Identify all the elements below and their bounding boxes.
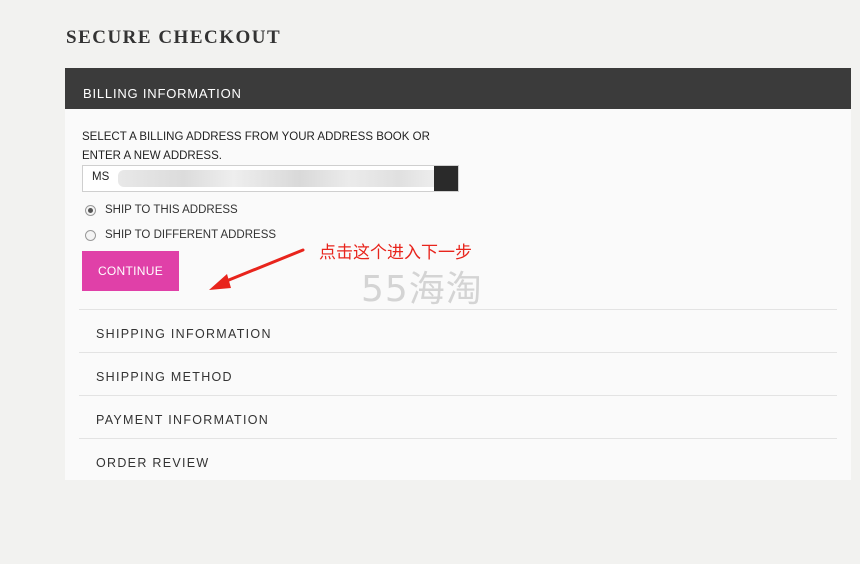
checkout-panel: BILLING INFORMATION SELECT A BILLING ADD… [65, 68, 851, 480]
ship-to-this-address-radio[interactable] [85, 204, 96, 216]
step-payment-information[interactable]: PAYMENT INFORMATION [79, 395, 837, 438]
ship-to-different-address-label: SHIP TO DIFFERENT ADDRESS [105, 229, 277, 241]
step-label: PAYMENT INFORMATION [96, 413, 270, 427]
billing-instructions: SELECT A BILLING ADDRESS FROM YOUR ADDRE… [82, 128, 482, 166]
checkout-steps: SHIPPING INFORMATION SHIPPING METHOD PAY… [79, 309, 837, 481]
step-shipping-method[interactable]: SHIPPING METHOD [79, 352, 837, 395]
redaction-block [434, 166, 458, 191]
step-shipping-information[interactable]: SHIPPING INFORMATION [79, 309, 837, 352]
ship-to-this-address-label: SHIP TO THIS ADDRESS [105, 204, 238, 216]
redacted-address [118, 170, 448, 187]
billing-header-label: BILLING INFORMATION [83, 86, 242, 101]
billing-section-header[interactable]: BILLING INFORMATION [65, 68, 851, 109]
watermark-logo: 55海淘 [361, 269, 483, 310]
annotation-arrow-icon [209, 248, 305, 290]
address-select-value: MS [92, 171, 110, 183]
step-order-review[interactable]: ORDER REVIEW [79, 438, 837, 481]
checkout-page: SECURE CHECKOUT BILLING INFORMATION SELE… [0, 0, 860, 564]
ship-to-different-address-option[interactable]: SHIP TO DIFFERENT ADDRESS [85, 229, 276, 241]
instructions-line-2: ENTER A NEW ADDRESS. [82, 150, 222, 162]
instructions-line-1: SELECT A BILLING ADDRESS FROM YOUR ADDRE… [82, 131, 430, 143]
step-label: SHIPPING INFORMATION [96, 327, 272, 341]
step-label: ORDER REVIEW [96, 456, 210, 470]
step-label: SHIPPING METHOD [96, 370, 233, 384]
billing-address-select[interactable]: MS [82, 165, 459, 192]
continue-button[interactable]: CONTINUE [82, 251, 179, 291]
ship-to-different-address-radio[interactable] [85, 229, 96, 241]
ship-to-this-address-option[interactable]: SHIP TO THIS ADDRESS [85, 204, 238, 216]
page-title: SECURE CHECKOUT [66, 27, 282, 48]
